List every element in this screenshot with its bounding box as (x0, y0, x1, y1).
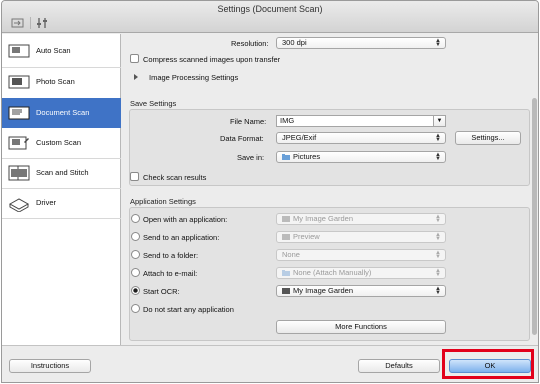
sidebar-item-custom-scan[interactable]: Custom Scan (2, 128, 121, 158)
format-settings-button[interactable]: Settings... (455, 131, 521, 145)
scan-from-computer-icon[interactable] (11, 17, 25, 29)
popup-arrows-icon: ▲ ▼ (435, 268, 441, 278)
general-settings-icon[interactable] (35, 17, 49, 29)
sidebar-item-driver[interactable]: Driver (2, 188, 121, 218)
sidebar-item-label: Scan and Stitch (36, 168, 89, 177)
sidebar-divider (2, 218, 121, 219)
start-ocr-value: My Image Garden (293, 286, 354, 295)
defaults-button[interactable]: Defaults (358, 359, 440, 373)
radio-send-to-folder[interactable] (131, 250, 140, 259)
ok-button-highlight (442, 349, 534, 379)
radio-send-to-application[interactable] (131, 232, 140, 241)
check-scan-results-label: Check scan results (143, 173, 207, 182)
file-name-label: File Name: (230, 117, 267, 126)
do-not-start-application-label: Do not start any application (143, 305, 234, 314)
radio-open-with-application[interactable] (131, 214, 140, 223)
file-name-input[interactable]: IMG (276, 115, 434, 127)
scan-mode-sidebar: Auto Scan Photo Scan Document Scan Custo… (2, 34, 121, 345)
preview-icon (282, 234, 290, 240)
radio-start-ocr[interactable] (131, 286, 140, 295)
popup-arrows-icon: ▲ ▼ (435, 250, 441, 260)
radio-do-not-start-application[interactable] (131, 304, 140, 313)
compress-label: Compress scanned images upon transfer (143, 55, 281, 64)
folder-icon (282, 270, 290, 276)
start-ocr-label: Start OCR: (143, 287, 180, 296)
send-to-folder-label: Send to a folder: (143, 251, 199, 260)
sidebar-item-auto-scan[interactable]: Auto Scan (2, 36, 121, 66)
my-image-garden-icon (282, 216, 290, 222)
popup-arrows-icon: ▲ ▼ (435, 232, 441, 242)
instructions-button[interactable]: Instructions (9, 359, 91, 373)
driver-icon (8, 198, 30, 212)
attach-to-email-value: None (Attach Manually) (293, 268, 372, 277)
toolbar-separator (30, 17, 31, 29)
attach-to-email-select[interactable]: None (Attach Manually) ▲ ▼ (276, 267, 446, 279)
custom-scan-icon (8, 136, 29, 150)
popup-arrows-icon: ▲ ▼ (435, 152, 441, 162)
radio-attach-to-email[interactable] (131, 268, 140, 277)
data-format-label: Data Format: (220, 134, 264, 143)
attach-to-email-label: Attach to e-mail: (143, 269, 198, 278)
check-scan-results-checkbox[interactable] (130, 172, 139, 181)
image-processing-label[interactable]: Image Processing Settings (149, 73, 238, 82)
popup-arrows-icon: ▲ ▼ (435, 214, 441, 224)
scan-and-stitch-icon (8, 165, 30, 181)
send-to-application-label: Send to an application: (143, 233, 220, 242)
send-to-folder-select[interactable]: None ▲ ▼ (276, 249, 446, 261)
document-scan-icon (8, 106, 30, 120)
start-ocr-select[interactable]: My Image Garden ▲ ▼ (276, 285, 446, 297)
folder-icon (282, 154, 290, 160)
resolution-label: Resolution: (231, 39, 269, 48)
sidebar-item-photo-scan[interactable]: Photo Scan (2, 67, 121, 97)
open-with-application-value: My Image Garden (293, 214, 354, 223)
title-bar: Settings (Document Scan) (2, 1, 538, 33)
my-image-garden-icon (282, 288, 290, 294)
resolution-value: 300 dpi (282, 38, 307, 47)
open-with-application-label: Open with an application: (143, 215, 228, 224)
save-in-label: Save in: (237, 153, 265, 162)
disclosure-triangle-icon[interactable] (134, 74, 138, 80)
scrollbar-thumb[interactable] (532, 98, 537, 335)
vertical-scrollbar[interactable] (531, 36, 537, 342)
sidebar-item-label: Document Scan (36, 108, 90, 117)
send-to-application-select[interactable]: Preview ▲ ▼ (276, 231, 446, 243)
data-format-value: JPEG/Exif (282, 133, 317, 142)
settings-window: Settings (Document Scan) Auto Scan Photo… (1, 0, 539, 383)
sidebar-item-scan-and-stitch[interactable]: Scan and Stitch (2, 158, 121, 188)
send-to-application-value: Preview (293, 232, 320, 241)
save-settings-title: Save Settings (130, 99, 177, 108)
popup-arrows-icon: ▲ ▼ (435, 286, 441, 296)
popup-arrows-icon: ▲ ▼ (435, 133, 441, 143)
application-settings-title: Application Settings (130, 197, 196, 206)
window-title: Settings (Document Scan) (217, 4, 323, 14)
resolution-select[interactable]: 300 dpi ▲ ▼ (276, 37, 446, 49)
file-name-value: IMG (280, 116, 295, 125)
data-format-select[interactable]: JPEG/Exif ▲ ▼ (276, 132, 446, 144)
sidebar-item-document-scan[interactable]: Document Scan (2, 98, 121, 128)
compress-checkbox[interactable] (130, 54, 139, 63)
file-name-dropdown-button[interactable]: ▼ (434, 115, 446, 127)
send-to-folder-value: None (282, 250, 300, 259)
open-with-application-select[interactable]: My Image Garden ▲ ▼ (276, 213, 446, 225)
sidebar-item-label: Auto Scan (36, 46, 71, 55)
more-functions-button[interactable]: More Functions (276, 320, 446, 334)
sidebar-item-label: Driver (36, 198, 56, 207)
popup-arrows-icon: ▲ ▼ (435, 38, 441, 48)
sidebar-item-label: Custom Scan (36, 138, 82, 147)
settings-panel: Resolution: 300 dpi ▲ ▼ Compress scanned … (122, 34, 538, 345)
auto-scan-icon (8, 44, 30, 58)
sidebar-item-label: Photo Scan (36, 77, 75, 86)
photo-scan-icon (8, 75, 30, 89)
save-in-select[interactable]: Pictures ▲ ▼ (276, 151, 446, 163)
save-in-value: Pictures (293, 152, 321, 161)
